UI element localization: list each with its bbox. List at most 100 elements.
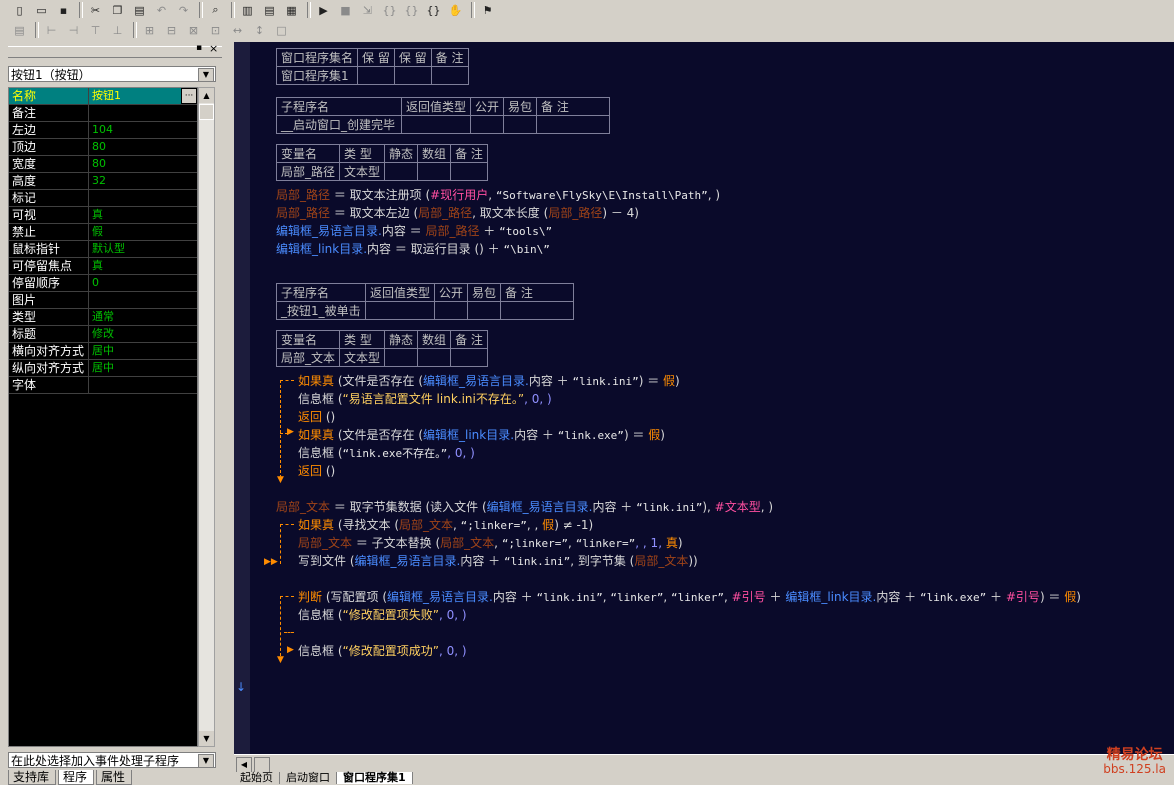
code-line[interactable]: 编辑框_link目录.内容 ＝ 取运行目录 () ＋ “\bin\” — [276, 240, 550, 258]
ellipsis-button[interactable]: ··· — [182, 89, 196, 103]
property-row[interactable]: 顶边 80 — [9, 139, 197, 156]
property-value[interactable]: 真 — [89, 258, 197, 274]
stop-icon[interactable]: ■ — [336, 2, 355, 19]
chevron-down-icon[interactable]: ▼ — [198, 68, 214, 82]
layout-3-icon[interactable]: ▦ — [282, 2, 301, 19]
property-row[interactable]: 横向对齐方式 居中 — [9, 343, 197, 360]
code-line[interactable]: 局部_文本 ＝ 取字节集数据 (读入文件 (编辑框_易语言目录.内容 ＋ “li… — [276, 498, 773, 516]
align-12-icon[interactable]: □ — [272, 22, 291, 39]
property-value[interactable]: 修改 — [89, 326, 197, 342]
table-row[interactable]: _按钮1_被单击 — [276, 301, 575, 320]
panel-close-icon[interactable]: × — [209, 42, 218, 55]
table-cell[interactable]: 局部_文本 — [275, 348, 341, 367]
run-icon[interactable]: ▶ — [314, 2, 333, 19]
code-line[interactable]: 编辑框_易语言目录.内容 ＝ 局部_路径 ＋ “tools\” — [276, 222, 552, 240]
code-line[interactable]: 局部_文本 ＝ 子文本替换 (局部_文本, “;linker=”, “linke… — [298, 534, 683, 552]
chevron-down-icon[interactable]: ▼ — [198, 754, 214, 768]
scroll-up-icon[interactable]: ▲ — [199, 88, 214, 103]
table-row[interactable]: __启动窗口_创建完毕 — [276, 115, 611, 134]
table-cell[interactable] — [470, 115, 505, 134]
scroll-down-icon[interactable]: ▼ — [199, 731, 214, 746]
property-row[interactable]: 停留顺序 0 — [9, 275, 197, 292]
step-icon[interactable]: ⇲ — [358, 2, 377, 19]
cut-icon[interactable]: ✂ — [86, 2, 105, 19]
table-cell[interactable] — [384, 348, 419, 367]
property-row[interactable]: 备注 — [9, 105, 197, 122]
table-cell[interactable]: 文本型 — [339, 162, 386, 181]
breakpoint-icon[interactable]: ✋ — [446, 2, 465, 19]
property-row[interactable]: 可视真 — [9, 207, 197, 224]
align-7-icon[interactable]: ⊟ — [162, 22, 181, 39]
property-value[interactable] — [89, 377, 197, 393]
tab-startup-window[interactable]: 启动窗口 — [280, 772, 337, 784]
property-value[interactable]: 假 — [89, 224, 197, 240]
align-8-icon[interactable]: ⊠ — [184, 22, 203, 39]
table-row[interactable]: 窗口程序集1 — [275, 66, 469, 85]
step-into-icon[interactable]: {} — [380, 2, 399, 19]
code-line[interactable]: 局部_路径 ＝ 取文本注册项 (#现行用户, “Software\FlySky\… — [276, 186, 720, 204]
tab-start-page[interactable]: 起始页 — [234, 772, 280, 784]
code-line[interactable]: 如果真 (文件是否存在 (编辑框_link目录.内容 ＋ “link.exe”)… — [298, 426, 665, 444]
property-value[interactable]: 真 — [89, 207, 197, 223]
align-3-icon[interactable]: ⊣ — [64, 22, 83, 39]
property-row[interactable]: 标题 修改 — [9, 326, 197, 343]
table-cell[interactable] — [417, 348, 452, 367]
code-line[interactable]: 判断 (写配置项 (编辑框_易语言目录.内容 ＋ “link.ini”, “li… — [298, 588, 1081, 606]
code-line[interactable]: 返回 () — [298, 408, 335, 426]
property-row[interactable]: 纵向对齐方式 居中 — [9, 360, 197, 377]
code-line[interactable]: 局部_路径 ＝ 取文本左边 (局部_路径, 取文本长度 (局部_路径) － 4) — [276, 204, 639, 222]
table-cell[interactable] — [430, 66, 469, 85]
code-line[interactable]: 信息框 (“link.exe不存在。”, 0, ) — [298, 444, 475, 462]
table-cell[interactable] — [364, 301, 436, 320]
align-4-icon[interactable]: ⊤ — [86, 22, 105, 39]
table-cell[interactable] — [536, 115, 611, 134]
property-row[interactable]: 禁止假 — [9, 224, 197, 241]
table-cell[interactable] — [384, 162, 419, 181]
property-value[interactable]: 0 — [89, 275, 197, 291]
code-line[interactable]: 信息框 (“易语言配置文件 link.ini不存在。”, 0, ) — [298, 390, 552, 408]
table-cell[interactable] — [400, 115, 472, 134]
tab-support-library[interactable]: 支持库 — [8, 770, 57, 785]
property-row[interactable]: 标记 — [9, 190, 197, 207]
step-out-icon[interactable]: {} — [424, 2, 443, 19]
align-1-icon[interactable]: ▤ — [10, 22, 29, 39]
table-cell[interactable] — [500, 301, 575, 320]
save-icon[interactable]: ▪ — [54, 2, 73, 19]
tab-window-assembly[interactable]: 窗口程序集1 — [337, 772, 413, 784]
code-line[interactable]: 信息框 (“修改配置项失败”, 0, ) — [298, 606, 467, 624]
table-cell[interactable] — [450, 348, 488, 367]
copy-icon[interactable]: ❐ — [108, 2, 127, 19]
code-line[interactable]: 如果真 (寻找文本 (局部_文本, “;linker=”, , 假) ≠ -1) — [298, 516, 593, 534]
align-10-icon[interactable]: ↔ — [228, 22, 247, 39]
property-value[interactable]: 80 — [89, 156, 197, 172]
property-row[interactable]: 左边 104 — [9, 122, 197, 139]
property-value[interactable] — [89, 292, 197, 308]
table-cell[interactable]: __启动窗口_创建完毕 — [276, 115, 402, 134]
table-cell[interactable] — [450, 162, 488, 181]
code-line[interactable]: 返回 () — [298, 462, 335, 480]
align-5-icon[interactable]: ⊥ — [108, 22, 127, 39]
debug-icon[interactable]: ⚑ — [478, 2, 497, 19]
step-over-icon[interactable]: {} — [402, 2, 421, 19]
align-2-icon[interactable]: ⊢ — [42, 22, 61, 39]
property-row[interactable]: 类型 通常 — [9, 309, 197, 326]
scroll-thumb[interactable] — [199, 104, 214, 120]
property-value[interactable] — [89, 105, 197, 121]
align-9-icon[interactable]: ⊡ — [206, 22, 225, 39]
property-value[interactable]: 默认型 — [89, 241, 197, 257]
property-value[interactable]: 按钮1 — [89, 88, 181, 104]
property-value[interactable] — [89, 190, 197, 206]
property-value[interactable]: 通常 — [89, 309, 197, 325]
table-cell[interactable]: 文本型 — [339, 348, 386, 367]
code-editor[interactable]: ↓ 窗口程序集名 保 留 保 留 备 注 窗口程序集1 子程序名 返回值类型 公… — [234, 42, 1174, 754]
table-cell[interactable]: 局部_路径 — [275, 162, 341, 181]
property-row[interactable]: 名称 按钮1 ··· — [9, 88, 197, 105]
layout-1-icon[interactable]: ▥ — [238, 2, 257, 19]
table-cell[interactable] — [503, 115, 538, 134]
find-icon[interactable]: ⌕ — [206, 2, 225, 19]
property-scrollbar[interactable]: ▲ ▼ — [198, 87, 215, 747]
tab-properties[interactable]: 属性 — [96, 770, 133, 785]
panel-pin-icon[interactable]: ▪ — [196, 43, 202, 53]
property-row[interactable]: 图片 — [9, 292, 197, 309]
layout-2-icon[interactable]: ▤ — [260, 2, 279, 19]
